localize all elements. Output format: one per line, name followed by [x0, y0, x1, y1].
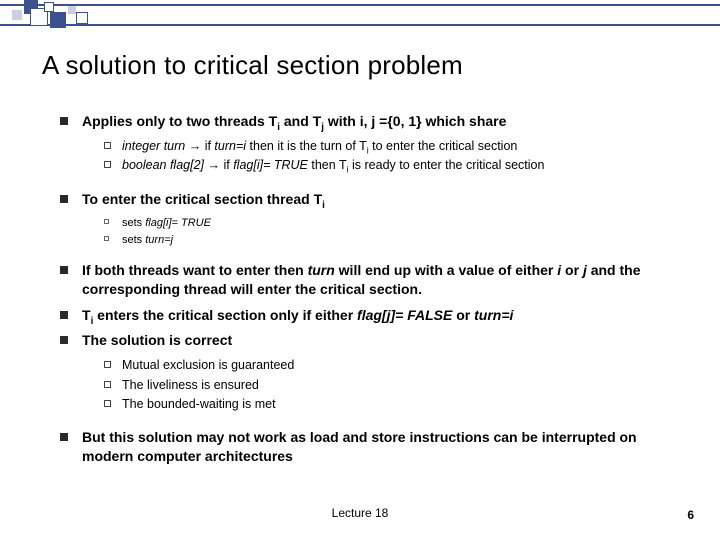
bullet-applies-two-threads: Applies only to two threads Ti and Tj wi…: [60, 112, 680, 131]
subbullet-bounded-wait: The bounded-waiting is met: [104, 395, 680, 414]
slide: A solution to critical section problem A…: [0, 0, 720, 540]
subbullet-set-flag: sets flag[i]= TRUE: [104, 215, 680, 232]
slide-title: A solution to critical section problem: [42, 50, 463, 81]
subgroup-shared-vars: integer turn → if turn=i then it is the …: [104, 137, 680, 176]
bullet-solution-correct: The solution is correct: [60, 331, 680, 350]
subbullet-liveliness: The liveliness is ensured: [104, 376, 680, 395]
subbullet-set-turn: sets turn=j: [104, 232, 680, 249]
subgroup-correctness: Mutual exclusion is guaranteed The livel…: [104, 356, 680, 414]
subbullet-mutex: Mutual exclusion is guaranteed: [104, 356, 680, 375]
bullet-to-enter: To enter the critical section thread Ti: [60, 190, 680, 209]
subgroup-enter-steps: sets flag[i]= TRUE sets turn=j: [104, 215, 680, 249]
bullet-enter-condition: Ti enters the critical section only if e…: [60, 306, 680, 325]
slide-decoration: [0, 0, 720, 32]
page-number: 6: [687, 508, 694, 522]
bullet-both-want-enter: If both threads want to enter then turn …: [60, 261, 680, 299]
subbullet-turn: integer turn → if turn=i then it is the …: [104, 137, 680, 156]
footer-lecture: Lecture 18: [0, 506, 720, 520]
bullet-may-not-work: But this solution may not work as load a…: [60, 428, 680, 466]
subbullet-flag: boolean flag[2] → if flag[i]= TRUE then …: [104, 156, 680, 175]
slide-body: Applies only to two threads Ti and Tj wi…: [60, 112, 680, 472]
